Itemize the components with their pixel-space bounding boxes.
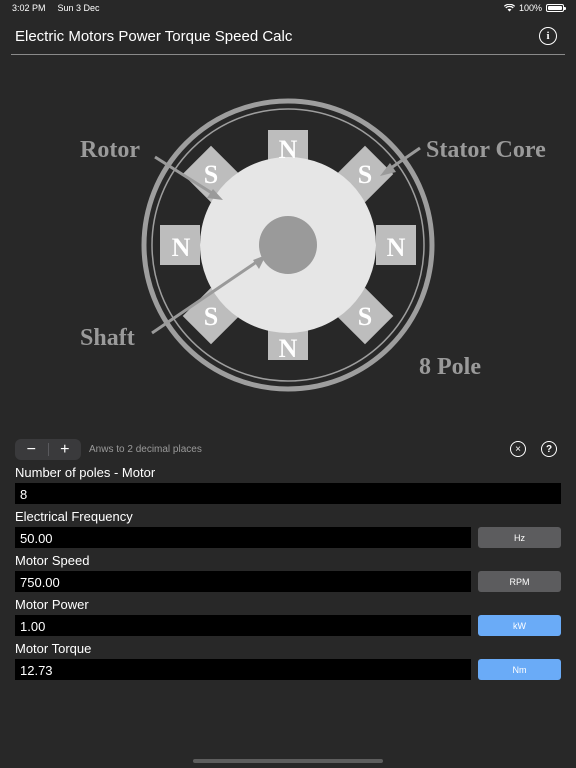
pole-count-label: 8 Pole (419, 354, 481, 380)
clear-icon[interactable]: × (510, 441, 526, 457)
power-input[interactable]: 1.00 (15, 615, 471, 636)
info-icon[interactable]: i (539, 27, 557, 45)
frequency-input[interactable]: 50.00 (15, 527, 471, 548)
pole-letter-right: N (387, 233, 406, 262)
speed-input[interactable]: 750.00 (15, 571, 471, 592)
pole-letter-top: N (279, 135, 298, 164)
wifi-icon (503, 4, 515, 12)
decrement-button[interactable]: − (15, 439, 48, 460)
nav-bar: Electric Motors Power Torque Speed Calc … (0, 24, 576, 54)
speed-label: Motor Speed (15, 553, 90, 568)
controls-row: − + Anws to 2 decimal places × ? (0, 439, 576, 463)
increment-button[interactable]: + (49, 439, 82, 460)
power-unit-button[interactable]: kW (478, 615, 561, 636)
power-label: Motor Power (15, 597, 89, 612)
decimal-stepper[interactable]: − + (15, 439, 81, 460)
page-title: Electric Motors Power Torque Speed Calc (15, 28, 293, 45)
battery-percent: 100% (518, 3, 542, 13)
pole-letter-lower-left: S (204, 302, 218, 331)
stator-label: Stator Core (426, 137, 546, 163)
motor-diagram: N N N N S S S S Rotor Stator Core Shaft … (80, 98, 546, 392)
pole-letter-upper-right: S (358, 160, 372, 189)
poles-input[interactable]: 8 (15, 483, 561, 504)
pole-letter-upper-left: S (204, 160, 218, 189)
frequency-label: Electrical Frequency (15, 509, 133, 524)
torque-unit-button[interactable]: Nm (478, 659, 561, 680)
home-indicator[interactable] (193, 759, 383, 763)
status-date: Sun 3 Dec (57, 3, 100, 13)
status-time: 3:02 PM (12, 3, 46, 13)
shaft-label: Shaft (80, 325, 135, 351)
shaft (259, 216, 317, 274)
pole-letter-lower-right: S (358, 302, 372, 331)
torque-input[interactable]: 12.73 (15, 659, 471, 680)
pole-letter-bottom: N (279, 334, 298, 363)
battery-icon (546, 4, 566, 12)
help-icon[interactable]: ? (541, 441, 557, 457)
rotor-label: Rotor (80, 137, 140, 163)
poles-label: Number of poles - Motor (15, 465, 156, 480)
pole-letter-left: N (172, 233, 191, 262)
frequency-unit-button[interactable]: Hz (478, 527, 561, 548)
header-divider (11, 54, 565, 55)
status-bar: 3:02 PM Sun 3 Dec 100% (0, 0, 576, 16)
speed-unit-button[interactable]: RPM (478, 571, 561, 592)
decimal-places-label: Anws to 2 decimal places (89, 444, 202, 455)
torque-label: Motor Torque (15, 641, 92, 656)
